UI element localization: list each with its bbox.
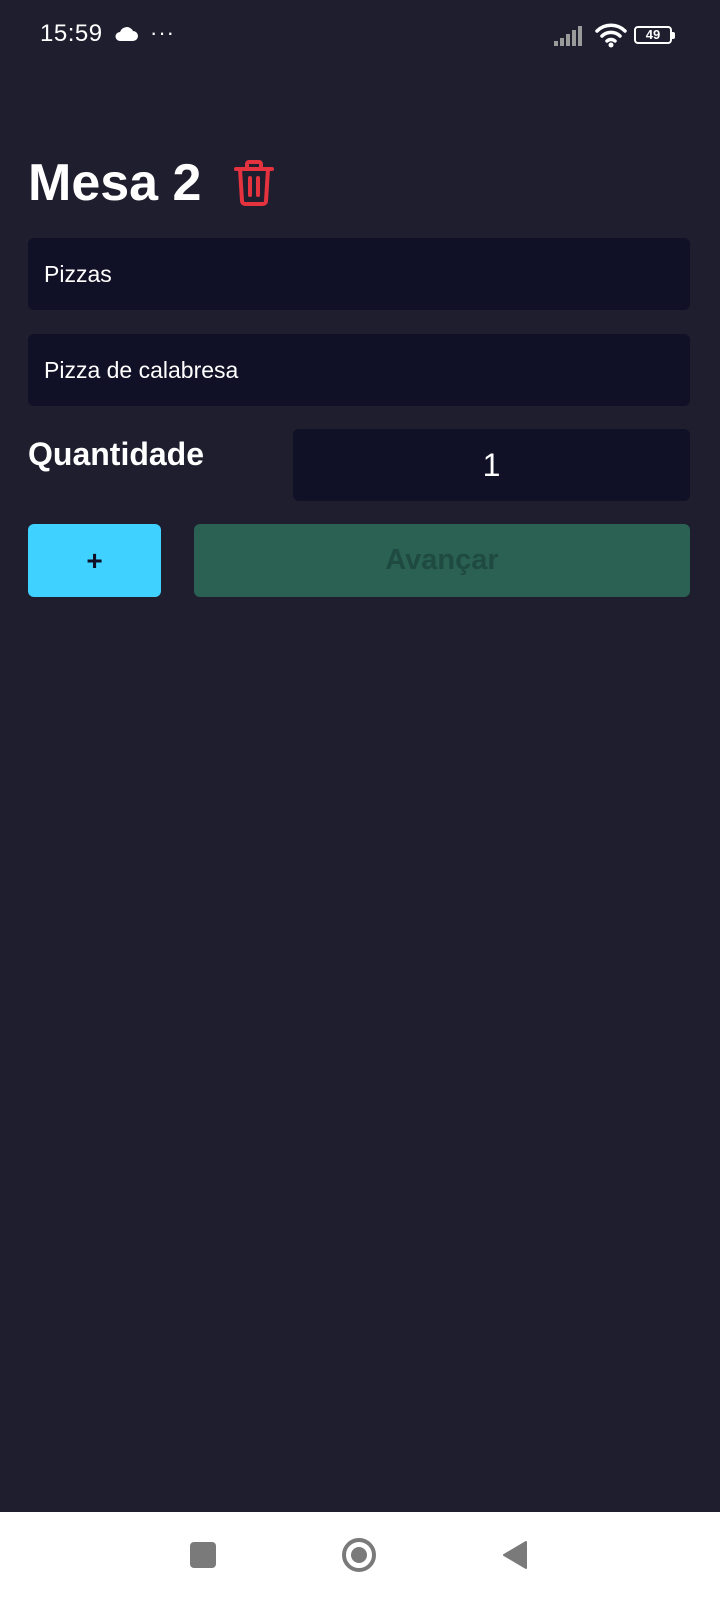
product-select-value: Pizza de calabresa (44, 356, 239, 383)
battery-icon: 49 (634, 26, 676, 46)
quantity-label: Quantidade (28, 436, 205, 472)
status-time: 15:59 (40, 20, 103, 47)
wifi-icon (595, 22, 627, 53)
battery-level: 49 (645, 27, 661, 42)
category-select-value: Pizzas (44, 260, 112, 287)
more-dots-icon: ··· (150, 20, 175, 45)
cloud-icon (114, 27, 138, 46)
recent-apps-icon[interactable] (190, 1542, 216, 1568)
category-select[interactable]: Pizzas (28, 238, 690, 310)
page-title: Mesa 2 (28, 154, 202, 212)
next-button[interactable]: Avançar (194, 524, 690, 597)
next-button-label: Avançar (385, 544, 499, 576)
header: Mesa 2 (28, 148, 277, 218)
back-icon[interactable] (502, 1540, 528, 1575)
product-select[interactable]: Pizza de calabresa (28, 334, 690, 406)
quantity-input-value: 1 (482, 446, 501, 483)
navigation-bar (0, 1512, 720, 1600)
trash-icon (234, 160, 275, 206)
delete-table-button[interactable] (231, 156, 277, 210)
status-bar: 15:59 ··· 49 (0, 0, 720, 72)
add-item-button[interactable]: + (28, 524, 161, 597)
signal-icon (554, 26, 584, 51)
add-item-button-label: + (86, 544, 103, 576)
home-icon[interactable] (342, 1538, 376, 1572)
quantity-input[interactable]: 1 (293, 429, 690, 501)
